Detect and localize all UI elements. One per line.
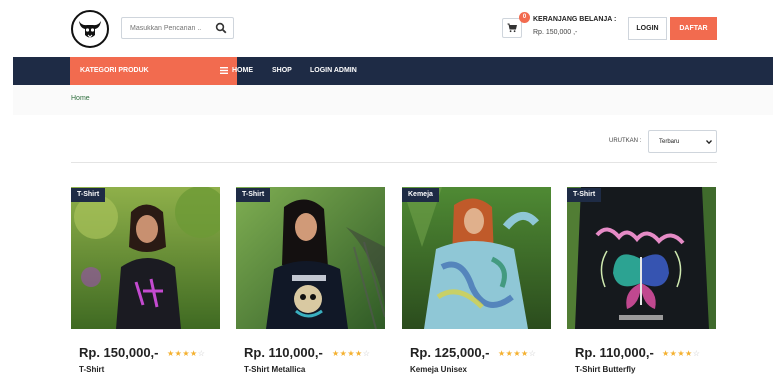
product-rating: ★★★★☆ xyxy=(498,349,536,358)
star-filled-icon: ★ xyxy=(521,349,529,358)
breadcrumb-bar xyxy=(13,85,773,115)
cart-count-badge: 0 xyxy=(519,12,530,23)
search-icon[interactable] xyxy=(215,22,227,34)
product-price: Rp. 150,000,- xyxy=(79,345,159,360)
cart-button[interactable] xyxy=(502,18,522,38)
product-image[interactable] xyxy=(567,187,716,329)
sort-label: URUTKAN : xyxy=(609,138,642,144)
product-rating: ★★★★☆ xyxy=(167,349,205,358)
hamburger-icon xyxy=(220,67,228,74)
cart-total: Rp. 150,000 ,- xyxy=(533,29,578,36)
bull-skull-logo[interactable] xyxy=(71,10,109,48)
product-rating: ★★★★☆ xyxy=(332,349,370,358)
nav-home-link[interactable]: HOME xyxy=(232,67,253,74)
product-price: Rp. 125,000,- xyxy=(410,345,490,360)
star-filled-icon: ★ xyxy=(347,349,356,358)
cart-icon xyxy=(507,23,517,33)
register-button[interactable]: DAFTAR xyxy=(670,17,717,40)
sort-select[interactable]: Terbaru xyxy=(648,130,717,153)
star-empty-icon: ☆ xyxy=(362,349,371,358)
breadcrumb-home-link[interactable]: Home xyxy=(71,95,90,102)
product-name[interactable]: T-Shirt Metallica xyxy=(244,365,305,374)
product-rating: ★★★★☆ xyxy=(662,349,700,358)
star-filled-icon: ★ xyxy=(685,349,693,358)
nav-shop-link[interactable]: SHOP xyxy=(272,67,292,74)
star-empty-icon: ☆ xyxy=(528,349,537,358)
login-button[interactable]: LOGIN xyxy=(628,17,667,40)
search-box xyxy=(121,17,234,39)
star-filled-icon: ★ xyxy=(513,349,522,358)
star-filled-icon: ★ xyxy=(677,349,686,358)
product-name[interactable]: T-Shirt xyxy=(79,365,104,374)
chevron-down-icon xyxy=(706,140,712,145)
product-image[interactable] xyxy=(402,187,551,329)
star-empty-icon: ☆ xyxy=(692,349,701,358)
product-card[interactable]: Kemeja Rp. 125,000,- ★★★★☆ Kemeja Unisex xyxy=(402,187,551,374)
product-category-tag: T-Shirt xyxy=(71,188,106,202)
nav-login-admin-link[interactable]: LOGIN ADMIN xyxy=(310,67,357,74)
star-filled-icon: ★ xyxy=(167,349,175,358)
product-name[interactable]: T-Shirt Butterfly xyxy=(575,365,635,374)
product-price: Rp. 110,000,- xyxy=(575,345,654,360)
star-filled-icon: ★ xyxy=(498,349,506,358)
bull-skull-icon xyxy=(79,21,101,38)
product-image[interactable] xyxy=(71,187,220,329)
product-category-tag: T-Shirt xyxy=(236,188,271,202)
star-filled-icon: ★ xyxy=(190,349,198,358)
star-filled-icon: ★ xyxy=(355,349,363,358)
star-filled-icon: ★ xyxy=(662,349,670,358)
product-card[interactable]: T-Shirt Rp. 110,000,- ★★★★☆ T-Shirt Butt… xyxy=(567,187,716,374)
product-card[interactable]: T-Shirt Rp. 150,000,- ★★★★☆ T-Shirt xyxy=(71,187,220,374)
category-menu-label: KATEGORI PRODUK xyxy=(80,67,149,74)
top-header: 0 KERANJANG BELANJA : Rp. 150,000 ,- LOG… xyxy=(0,0,773,57)
divider xyxy=(71,162,717,163)
category-menu-button[interactable]: KATEGORI PRODUK xyxy=(70,57,237,85)
cart-title: KERANJANG BELANJA : xyxy=(533,16,617,23)
product-category-tag: Kemeja xyxy=(402,188,439,202)
product-price: Rp. 110,000,- xyxy=(244,345,323,360)
product-image[interactable] xyxy=(236,187,385,329)
star-empty-icon: ☆ xyxy=(197,349,206,358)
main-navbar: KATEGORI PRODUK HOME SHOP LOGIN ADMIN xyxy=(13,57,773,85)
product-category-tag: T-Shirt xyxy=(567,188,602,202)
search-input[interactable] xyxy=(122,18,212,38)
star-filled-icon: ★ xyxy=(332,349,340,358)
product-card[interactable]: T-Shirt Rp. 110,000,- ★★★★☆ T-Shirt Meta… xyxy=(236,187,385,374)
sort-selected-value: Terbaru xyxy=(659,139,680,145)
star-filled-icon: ★ xyxy=(182,349,191,358)
product-name[interactable]: Kemeja Unisex xyxy=(410,365,467,374)
